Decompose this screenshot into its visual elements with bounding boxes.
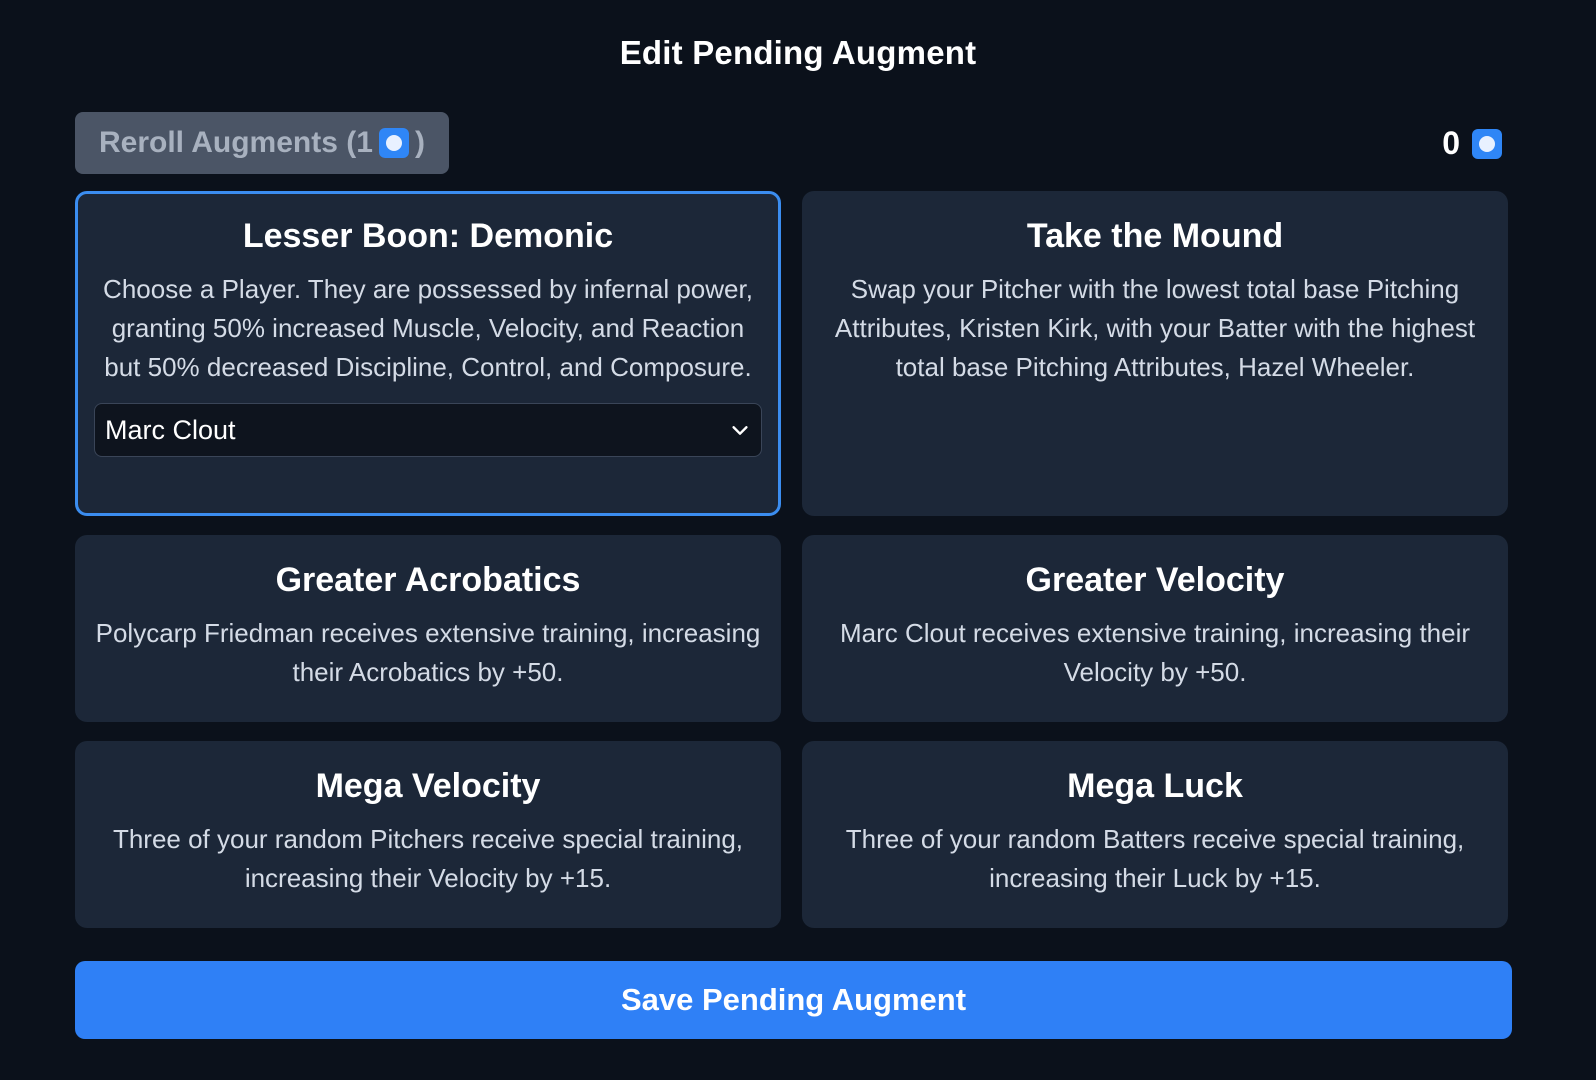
gem-icon	[1472, 128, 1502, 159]
augment-card-take-the-mound[interactable]: Take the Mound Swap your Pitcher with th…	[802, 191, 1508, 516]
augment-title: Mega Luck	[1067, 767, 1243, 805]
augment-card-mega-velocity[interactable]: Mega Velocity Three of your random Pitch…	[75, 741, 781, 928]
augment-description: Three of your random Batters receive spe…	[845, 824, 1465, 893]
augment-card-greater-acrobatics[interactable]: Greater Acrobatics Polycarp Friedman rec…	[75, 535, 781, 722]
augment-grid: Lesser Boon: Demonic Choose a Player. Th…	[75, 191, 1508, 928]
augment-title: Greater Velocity	[1025, 561, 1285, 599]
augment-card-greater-velocity[interactable]: Greater Velocity Marc Clout receives ext…	[802, 535, 1508, 722]
reroll-label: Reroll Augments (1	[99, 126, 373, 159]
augment-title: Lesser Boon: Demonic	[242, 217, 614, 255]
currency-balance: 0	[1442, 125, 1502, 162]
chevron-down-icon	[732, 426, 748, 435]
augment-title: Take the Mound	[1026, 217, 1284, 255]
augment-description: Choose a Player. They are possessed by i…	[103, 274, 753, 382]
augment-description: Marc Clout receives extensive training, …	[839, 618, 1471, 687]
augment-description: Swap your Pitcher with the lowest total …	[834, 274, 1476, 382]
player-select-value: Marc Clout	[105, 414, 236, 445]
edit-augment-page: Edit Pending Augment Reroll Augments (1 …	[0, 0, 1596, 1080]
augment-title: Mega Velocity	[315, 767, 541, 805]
augment-card-lesser-boon-demonic[interactable]: Lesser Boon: Demonic Choose a Player. Th…	[75, 191, 781, 516]
augment-title: Greater Acrobatics	[275, 561, 581, 599]
gem-icon	[378, 128, 409, 158]
reroll-label-suffix: )	[414, 126, 425, 159]
augment-description: Three of your random Pitchers receive sp…	[112, 824, 744, 893]
save-pending-augment-button[interactable]: Save Pending Augment	[75, 961, 1512, 1039]
page-title: Edit Pending Augment	[619, 34, 977, 71]
augment-description: Polycarp Friedman receives extensive tra…	[95, 618, 761, 687]
reroll-augments-button[interactable]: Reroll Augments (1 )	[75, 112, 449, 174]
augment-card-mega-luck[interactable]: Mega Luck Three of your random Batters r…	[802, 741, 1508, 928]
player-select[interactable]: Marc Clout	[94, 403, 762, 457]
currency-amount: 0	[1442, 125, 1460, 161]
